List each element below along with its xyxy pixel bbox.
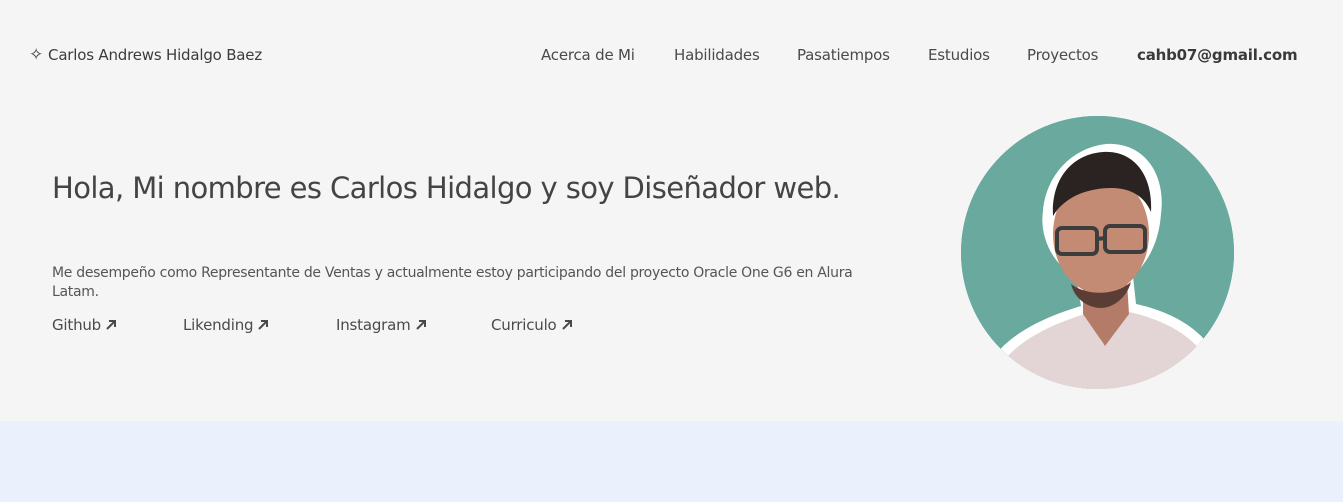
next-section-band <box>0 421 1343 502</box>
social-links: Github Likending Instagram Curriculo <box>0 316 700 338</box>
github-link[interactable]: Github <box>52 316 118 334</box>
github-link-label: Github <box>52 316 102 334</box>
hero-title: Hola, Mi nombre es Carlos Hidalgo y soy … <box>52 171 841 205</box>
hero-description: Me desempeño como Representante de Venta… <box>52 265 853 300</box>
main-nav: Acerca de Mi Habilidades Pasatiempos Est… <box>0 46 1343 66</box>
nav-item-proyectos[interactable]: Proyectos <box>1027 46 1098 64</box>
curriculo-link-label: Curriculo <box>491 316 557 334</box>
nav-email-link[interactable]: cahb07@gmail.com <box>1137 46 1298 64</box>
likending-link-label: Likending <box>183 316 254 334</box>
nav-item-pasatiempos[interactable]: Pasatiempos <box>797 46 890 64</box>
instagram-link[interactable]: Instagram <box>336 316 428 334</box>
nav-item-acerca[interactable]: Acerca de Mi <box>541 46 635 64</box>
arrow-up-right-icon <box>415 320 426 330</box>
profile-portrait <box>961 116 1234 389</box>
arrow-up-right-icon <box>106 320 117 330</box>
nav-item-habilidades[interactable]: Habilidades <box>674 46 760 64</box>
arrow-up-right-icon <box>561 320 572 330</box>
nav-item-estudios[interactable]: Estudios <box>928 46 990 64</box>
instagram-link-label: Instagram <box>336 316 411 334</box>
likending-link[interactable]: Likending <box>183 316 270 334</box>
arrow-up-right-icon <box>258 320 269 330</box>
profile-photo <box>961 116 1234 389</box>
site-header: ✧ Carlos Andrews Hidalgo Baez Acerca de … <box>0 0 1343 110</box>
curriculo-link[interactable]: Curriculo <box>491 316 574 334</box>
